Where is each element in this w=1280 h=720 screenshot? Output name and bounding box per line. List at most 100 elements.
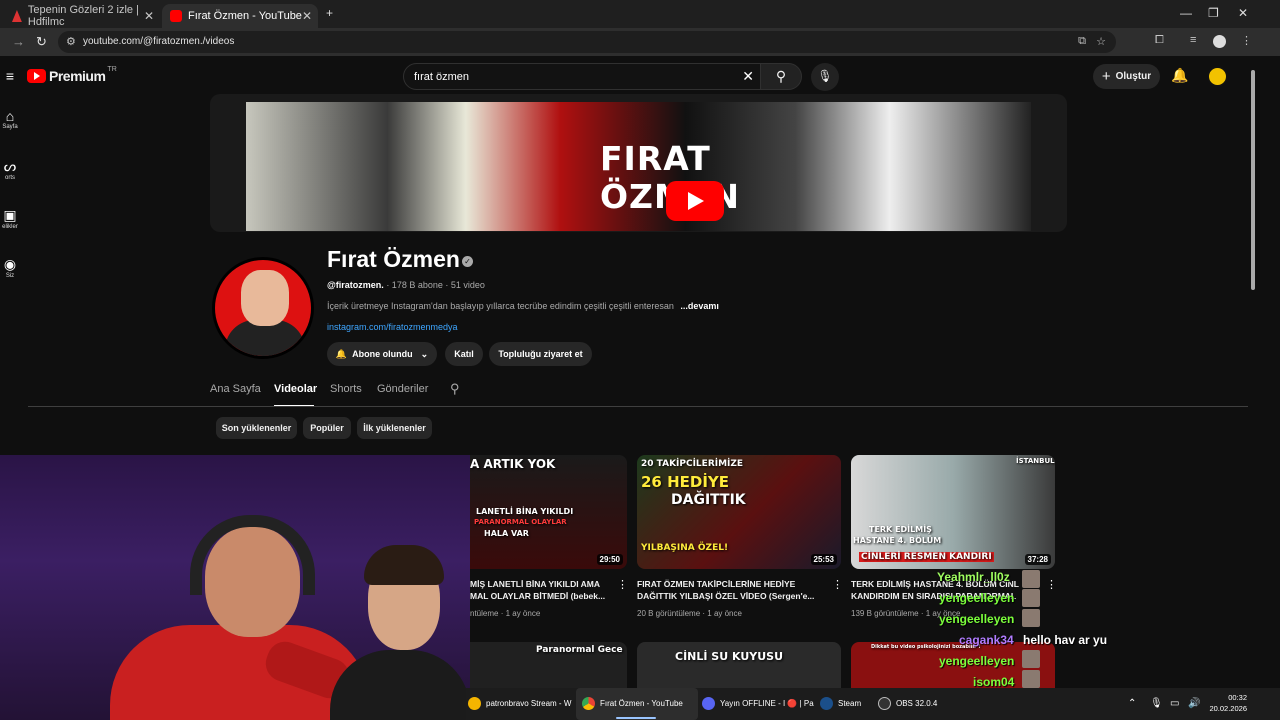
chat-username: cagank34 <box>959 633 1014 647</box>
new-tab-button[interactable]: + <box>326 6 333 20</box>
channel-search-icon[interactable]: ⚲ <box>450 381 460 397</box>
url-text: youtube.com/@firatozmen./videos <box>83 36 235 47</box>
scrollbar-thumb[interactable] <box>1251 70 1255 290</box>
profile-avatar[interactable] <box>1213 35 1226 48</box>
microphone-icon: 🎙 <box>817 69 833 83</box>
video-meta: 20 B görüntüleme · 1 ay önce <box>637 609 742 618</box>
chat-avatar <box>1022 589 1040 607</box>
video-thumbnail[interactable]: A ARTIK YOK LANETLİ BİNA YIKILDI PARANOR… <box>470 455 627 569</box>
tab-videos[interactable]: Videolar <box>274 383 317 395</box>
taskbar-item[interactable]: Yayın OFFLINE - I 🔴 | Pa <box>702 697 814 710</box>
thumb-caption: PARANORMAL OLAYLAR <box>474 518 567 526</box>
active-task-indicator <box>616 717 656 719</box>
tab-youtube[interactable]: Fırat Özmen - YouTube ✕ <box>162 4 318 28</box>
taskbar-item[interactable]: patronbravo Stream - W <box>468 697 571 710</box>
nav-home[interactable]: ⌂ Sayfa <box>0 108 20 130</box>
headset <box>190 515 315 595</box>
taskbar-item[interactable]: Fırat Özmen - YouTube <box>582 697 683 710</box>
video-title[interactable]: MİŞ LANETLİ BİNA YIKILDI AMA MAL OLAYLAR… <box>470 578 615 602</box>
media-control-icon[interactable]: ≡ <box>1190 34 1196 46</box>
you-icon: ◉ <box>3 256 17 272</box>
join-button[interactable]: Katıl <box>445 342 483 366</box>
notifications-bell-icon[interactable]: 🔔 <box>1171 67 1188 84</box>
video-thumbnail[interactable]: 20 TAKİPCİLERİMİZE 26 HEDİYE DAĞITTIK YI… <box>637 455 841 569</box>
clock-date: 20.02.2026 <box>1209 704 1247 713</box>
close-window-icon[interactable]: ✕ <box>1238 6 1248 20</box>
video-title[interactable]: FIRAT ÖZMEN TAKİPCİLERİNE HEDİYE DAĞITTI… <box>637 578 827 602</box>
search-input[interactable]: fırat özmen ✕ <box>403 63 761 90</box>
bookmark-star-icon[interactable]: ☆ <box>1096 35 1106 48</box>
tab-posts[interactable]: Gönderiler <box>377 383 428 395</box>
nav-subscriptions[interactable]: ▣ elikler <box>0 207 20 230</box>
tab-home[interactable]: Ana Sayfa <box>210 383 261 395</box>
channel-name: Fırat Özmen <box>327 246 460 272</box>
more-options-icon[interactable]: ⋮ <box>832 578 843 591</box>
page-scrollbar[interactable] <box>1248 56 1258 688</box>
more-link[interactable]: ...devamı <box>680 301 719 311</box>
nav-label: Sayfa <box>2 124 18 130</box>
tab-hdfilm[interactable]: Tepenin Gözleri 2 izle | Hdfilmc ✕ <box>4 4 160 28</box>
youtube-premium-logo[interactable]: Premium TR <box>27 66 117 84</box>
visit-community-button[interactable]: Topluluğu ziyaret et <box>489 342 592 366</box>
more-options-icon[interactable]: ⋮ <box>617 578 628 591</box>
search-button[interactable]: ⚲ <box>760 63 802 90</box>
video-thumbnail[interactable]: CİNLİ SU KUYUSU <box>637 642 841 688</box>
channel-avatar[interactable] <box>212 257 314 359</box>
browser-tabstrip: Tepenin Gözleri 2 izle | Hdfilmc ✕ Fırat… <box>0 0 1280 28</box>
create-button[interactable]: + Oluştur <box>1093 64 1160 89</box>
chip-popular[interactable]: Popüler <box>303 417 351 439</box>
omnibox[interactable]: ⚙ youtube.com/@firatozmen./videos ⧉ ☆ <box>58 31 1116 53</box>
hamburger-menu[interactable]: ≡ <box>0 68 20 86</box>
cutout-hair <box>364 545 444 585</box>
account-avatar[interactable] <box>1207 66 1228 87</box>
thumb-caption: 26 HEDİYE <box>641 473 730 491</box>
minimize-icon[interactable]: — <box>1180 6 1192 20</box>
shorts-icon: ᔕ <box>3 158 17 174</box>
title-line: FIRAT ÖZMEN TAKİPCİLERİNE HEDİYE <box>637 579 796 589</box>
taskbar-clock[interactable]: 00:32 20.02.2026 <box>1207 692 1247 714</box>
install-app-icon[interactable]: ⧉ <box>1078 35 1086 48</box>
taskbar-label: Yayın OFFLINE - I 🔴 | Pa <box>720 699 814 708</box>
chip-oldest[interactable]: İlk yüklenenler <box>357 417 432 439</box>
chrome-icon <box>468 697 481 710</box>
banner-line-1: FIRAT <box>600 139 711 178</box>
close-tab-icon[interactable]: ✕ <box>144 9 154 23</box>
tray-chevron-up-icon[interactable]: ⌃ <box>1128 698 1136 709</box>
nav-label: Siz <box>5 273 15 279</box>
video-meta: ntüleme · 1 ay önce <box>470 609 541 618</box>
site-info-icon[interactable]: ⚙ <box>66 35 76 48</box>
tray-network-icon[interactable]: ▭ <box>1170 698 1179 709</box>
thumb-caption: CİNLİ SU KUYUSU <box>675 650 784 663</box>
taskbar-item[interactable]: OBS 32.0.4 <box>878 697 937 710</box>
tray-mic-icon[interactable]: 🎙 <box>1150 698 1163 709</box>
nav-shorts[interactable]: ᔕ orts <box>0 158 20 181</box>
chat-avatar <box>1022 609 1040 627</box>
video-thumbnail[interactable]: Paranormal Gece <box>470 642 627 688</box>
chat-avatar <box>1022 670 1040 688</box>
video-thumbnail[interactable]: İSTANBUL TERK EDİLMİŞ HASTANE 4. BÖLÜM C… <box>851 455 1055 569</box>
chrome-menu-icon[interactable]: ⋮ <box>1241 34 1252 47</box>
channel-link[interactable]: instagram.com/firatozmenmedya <box>327 322 458 332</box>
voice-search-button[interactable]: 🎙 <box>811 63 839 91</box>
extensions-icon[interactable]: ⧠ <box>1155 34 1164 47</box>
channel-description[interactable]: İçerik üretmeye Instagram'dan başlayıp y… <box>327 301 719 311</box>
maximize-icon[interactable]: ❐ <box>1208 6 1219 20</box>
forward-icon[interactable]: → <box>12 34 25 49</box>
subscribed-button[interactable]: 🔔 Abone olundu ⌄ <box>327 342 437 366</box>
chat-avatar <box>1022 570 1040 588</box>
video-views: ntüleme <box>470 609 499 618</box>
chip-latest[interactable]: Son yüklenenler <box>216 417 297 439</box>
close-tab-icon[interactable]: ✕ <box>302 9 312 23</box>
more-options-icon[interactable]: ⋮ <box>1046 578 1057 591</box>
nav-you[interactable]: ◉ Siz <box>0 256 20 279</box>
chat-username: isom04 <box>973 675 1015 689</box>
video-age: 1 ay önce <box>707 609 742 618</box>
thumb-caption: DAĞITTIK <box>671 492 746 508</box>
tray-volume-icon[interactable]: 🔊 <box>1188 698 1200 709</box>
video-views: 20 B görüntüleme <box>637 609 701 618</box>
reload-icon[interactable]: ↻ <box>36 34 47 50</box>
tab-shorts[interactable]: Shorts <box>330 383 362 395</box>
clear-search-icon[interactable]: ✕ <box>742 68 754 85</box>
taskbar-item[interactable]: Steam <box>820 697 861 710</box>
search-icon: ⚲ <box>775 68 787 84</box>
